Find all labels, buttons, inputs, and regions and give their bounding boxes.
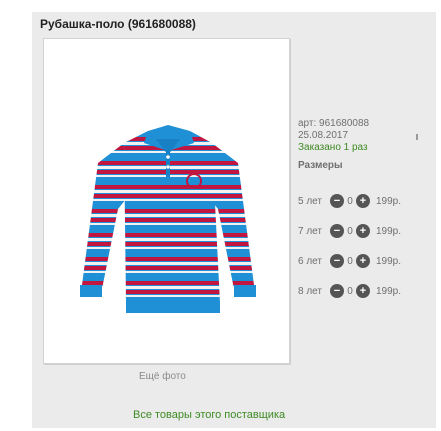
decorative-mark (416, 134, 418, 140)
product-info: арт: 961680088 25.08.2017 Заказано 1 раз… (298, 118, 438, 172)
size-row: 5 лет − 0 + 199р. (298, 193, 401, 209)
size-qty: 0 (347, 195, 353, 207)
plus-circle-icon[interactable]: + (356, 254, 370, 268)
size-price: 199р. (376, 255, 402, 267)
size-qty: 0 (347, 255, 353, 267)
plus-circle-icon[interactable]: + (356, 224, 370, 238)
size-row: 8 лет − 0 + 199р. (298, 283, 401, 299)
size-price: 199р. (376, 225, 402, 237)
plus-circle-icon[interactable]: + (356, 194, 370, 208)
minus-circle-icon[interactable]: − (330, 284, 344, 298)
more-photos-link[interactable]: Ещё фото (139, 371, 186, 382)
product-photo-frame[interactable] (43, 38, 290, 364)
minus-circle-icon[interactable]: − (330, 224, 344, 238)
plus-circle-icon[interactable]: + (356, 284, 370, 298)
supplier-products-link[interactable]: Все товары этого поставщика (133, 409, 285, 421)
polo-shirt-image[interactable] (44, 39, 289, 363)
size-label: 6 лет (298, 255, 322, 267)
size-row: 6 лет − 0 + 199р. (298, 253, 401, 269)
size-price: 199р. (376, 195, 402, 207)
size-price: 199р. (376, 285, 402, 297)
size-label: 5 лет (298, 195, 322, 207)
sizes-heading: Размеры (298, 160, 343, 171)
product-title: Рубашка-поло (961680088) (40, 17, 196, 31)
size-label: 8 лет (298, 285, 322, 297)
article-number: арт: 961680088 (298, 118, 370, 129)
size-qty: 0 (347, 225, 353, 237)
ordered-count: Заказано 1 раз (298, 142, 368, 153)
minus-circle-icon[interactable]: − (330, 194, 344, 208)
size-row: 7 лет − 0 + 199р. (298, 223, 401, 239)
size-qty: 0 (347, 285, 353, 297)
minus-circle-icon[interactable]: − (330, 254, 344, 268)
size-label: 7 лет (298, 225, 322, 237)
